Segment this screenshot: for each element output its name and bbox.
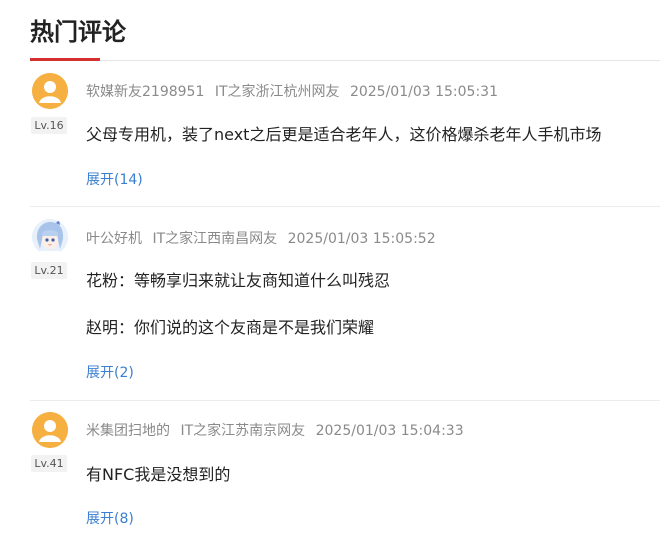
anime-character-avatar-icon[interactable] (32, 219, 68, 255)
default-user-avatar-icon[interactable] (32, 412, 68, 448)
username[interactable]: 叶公好机 (86, 231, 142, 247)
comment-text: 父母专用机，装了next之后更是适合老年人，这价格爆杀老年人手机市场 (86, 125, 602, 144)
comment-divider (30, 206, 660, 207)
comment-text: 有NFC我是没想到的 (86, 465, 231, 484)
username[interactable]: 软媒新友2198951 (86, 84, 204, 100)
title-underline (30, 58, 100, 61)
expand-replies-link[interactable]: 展开(14) (86, 169, 143, 189)
user-location: IT之家江苏南京网友 (180, 423, 306, 439)
comment-meta: 米集团扫地的 IT之家江苏南京网友 2025/01/03 15:04:33 (86, 420, 470, 440)
comment-divider (30, 400, 660, 401)
expand-replies-link[interactable]: 展开(2) (86, 362, 134, 382)
user-location: IT之家江西南昌网友 (152, 231, 278, 247)
level-badge: Lv.21 (31, 262, 67, 279)
title-divider (30, 60, 660, 61)
level-badge: Lv.41 (31, 455, 67, 472)
comment-text: 赵明：你们说的这个友商是不是我们荣耀 (86, 318, 375, 337)
expand-replies-link[interactable]: 展开(8) (86, 508, 134, 528)
comment-timestamp: 2025/01/03 15:05:31 (349, 84, 498, 100)
comment-meta: 软媒新友2198951 IT之家浙江杭州网友 2025/01/03 15:05:… (86, 81, 504, 101)
username[interactable]: 米集团扫地的 (86, 423, 170, 439)
comment-text: 花粉：等畅享归来就让友商知道什么叫残忍 (86, 271, 391, 290)
comment-timestamp: 2025/01/03 15:05:52 (287, 231, 436, 247)
default-user-avatar-icon[interactable] (32, 73, 68, 109)
section-title: 热门评论 (30, 18, 126, 46)
user-location: IT之家浙江杭州网友 (214, 84, 340, 100)
comment-meta: 叶公好机 IT之家江西南昌网友 2025/01/03 15:05:52 (86, 228, 442, 248)
level-badge: Lv.16 (31, 117, 67, 134)
comment-timestamp: 2025/01/03 15:04:33 (315, 423, 464, 439)
